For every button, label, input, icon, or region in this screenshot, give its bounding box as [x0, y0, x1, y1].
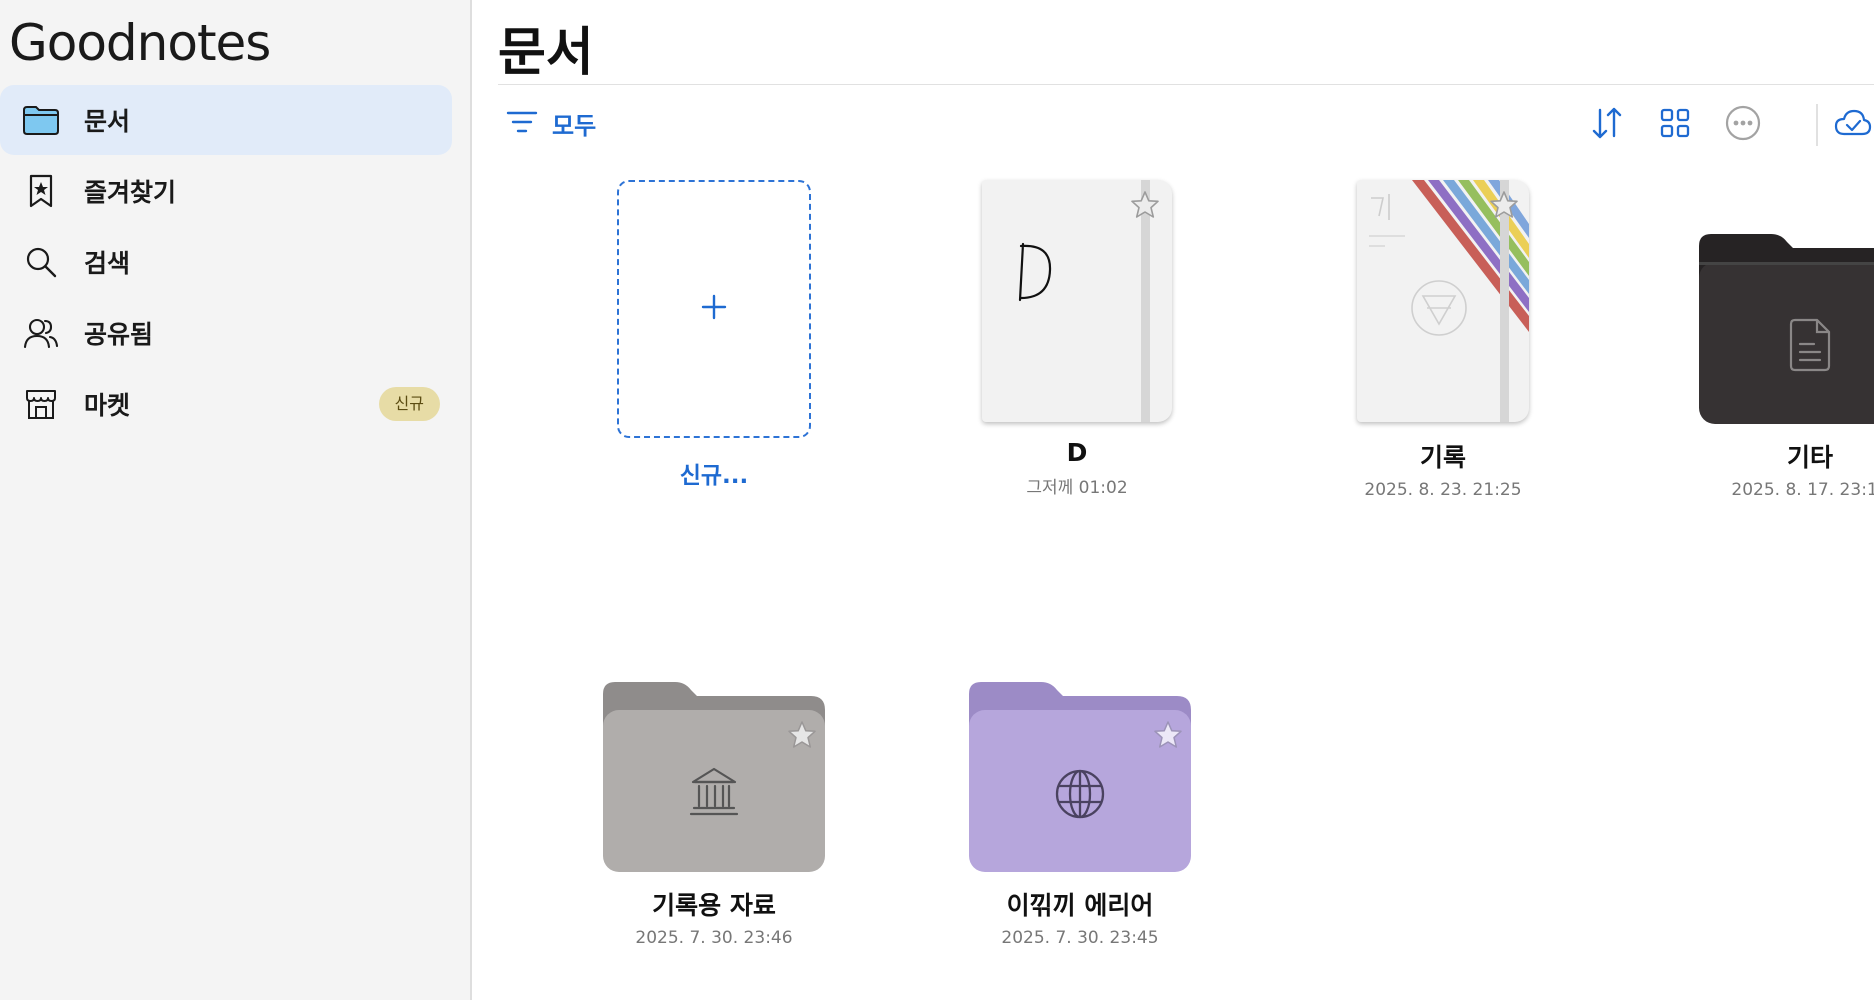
search-icon [22, 243, 60, 281]
toolbar: 모두 [498, 100, 1874, 150]
star-icon[interactable] [1489, 190, 1519, 220]
item-date: 2025. 8. 17. 23:14 [1731, 480, 1874, 500]
item-title: 기록용 자료 [652, 891, 776, 920]
new-badge: 신규 [378, 387, 440, 421]
sidebar-item-label: 문서 [84, 107, 131, 136]
folder-shape [1699, 234, 1874, 424]
item-date: 그저께 01:02 [1026, 478, 1128, 498]
item-title: D [1066, 438, 1088, 467]
sidebar-item-search[interactable]: 검색 [0, 227, 452, 297]
more-icon [1724, 104, 1762, 146]
sidebar-nav: 문서 즐겨찾기 검색 공유됨 마켓 신규 [0, 85, 452, 440]
sidebar-item-label: 즐겨찾기 [84, 178, 177, 207]
notebook-cover[interactable] [982, 180, 1172, 422]
folder-thumbnail[interactable] [603, 680, 825, 872]
filter-icon [506, 109, 538, 139]
sidebar-item-label: 마켓 [84, 391, 131, 420]
folder-item-area[interactable]: 이끾끼 에리어 2025. 7. 30. 23:45 [930, 680, 1230, 948]
item-title: 이끾끼 에리어 [1006, 891, 1154, 920]
sidebar-item-documents[interactable]: 문서 [0, 85, 452, 155]
item-date: 2025. 8. 23. 21:25 [1364, 480, 1522, 500]
star-icon[interactable] [1153, 720, 1183, 750]
plus-icon [700, 293, 728, 325]
notebook-cover[interactable] [1357, 180, 1529, 422]
folder-thumbnail[interactable] [1699, 232, 1874, 424]
folder-item-archive[interactable]: 기록용 자료 2025. 7. 30. 23:46 [564, 680, 864, 948]
sort-button[interactable] [1586, 104, 1628, 146]
handwriting-d-icon [1018, 242, 1052, 302]
filter-button[interactable]: 모두 [506, 106, 596, 141]
notebook-item-d[interactable]: D 그저께 01:02 [927, 180, 1227, 498]
sidebar-item-market[interactable]: 마켓 신규 [0, 369, 452, 439]
sidebar-item-label: 공유됨 [84, 320, 154, 349]
sidebar: Goodnotes 문서 즐겨찾기 검색 공유됨 마켓 신규 [0, 0, 472, 1000]
page-title: 문서 [498, 23, 594, 83]
folder-icon [22, 101, 60, 139]
item-date: 2025. 7. 30. 23:45 [1001, 928, 1159, 948]
document-icon [1789, 318, 1831, 372]
filter-label: 모두 [552, 112, 597, 140]
new-document-item[interactable]: 신규... [564, 180, 864, 490]
sidebar-item-label: 검색 [84, 249, 131, 278]
bookmark-star-icon [22, 172, 60, 210]
sidebar-item-shared[interactable]: 공유됨 [0, 298, 452, 368]
cloud-sync-button[interactable] [1832, 104, 1874, 146]
people-icon [22, 314, 60, 352]
new-document-label: 신규... [679, 463, 749, 489]
grid-view-icon [1659, 107, 1691, 143]
more-button[interactable] [1722, 104, 1764, 146]
sidebar-item-favorites[interactable]: 즐겨찾기 [0, 156, 452, 226]
new-document-button[interactable] [617, 180, 811, 438]
notebook-item-record[interactable]: 기록 2025. 8. 23. 21:25 [1293, 180, 1593, 500]
app-brand: Goodnotes [9, 14, 271, 72]
folder-thumbnail[interactable] [969, 680, 1191, 872]
item-title: 기타 [1786, 443, 1833, 472]
star-icon[interactable] [787, 720, 817, 750]
title-divider [498, 84, 1874, 85]
globe-icon [1055, 769, 1105, 819]
toolbar-divider [1816, 104, 1818, 146]
store-icon [22, 385, 60, 423]
star-icon[interactable] [1130, 190, 1160, 220]
main-content: 문서 모두 신규... D 그저께 01:02 기록 2025. 8. 23. … [474, 0, 1874, 1000]
sort-icon [1590, 106, 1624, 144]
item-title: 기록 [1419, 443, 1466, 472]
folder-item-etc[interactable]: 기타 2025. 8. 17. 23:14 [1660, 232, 1874, 500]
cloud-sync-icon [1834, 108, 1872, 142]
grid-view-button[interactable] [1654, 104, 1696, 146]
item-date: 2025. 7. 30. 23:46 [635, 928, 793, 948]
museum-icon [689, 767, 739, 816]
